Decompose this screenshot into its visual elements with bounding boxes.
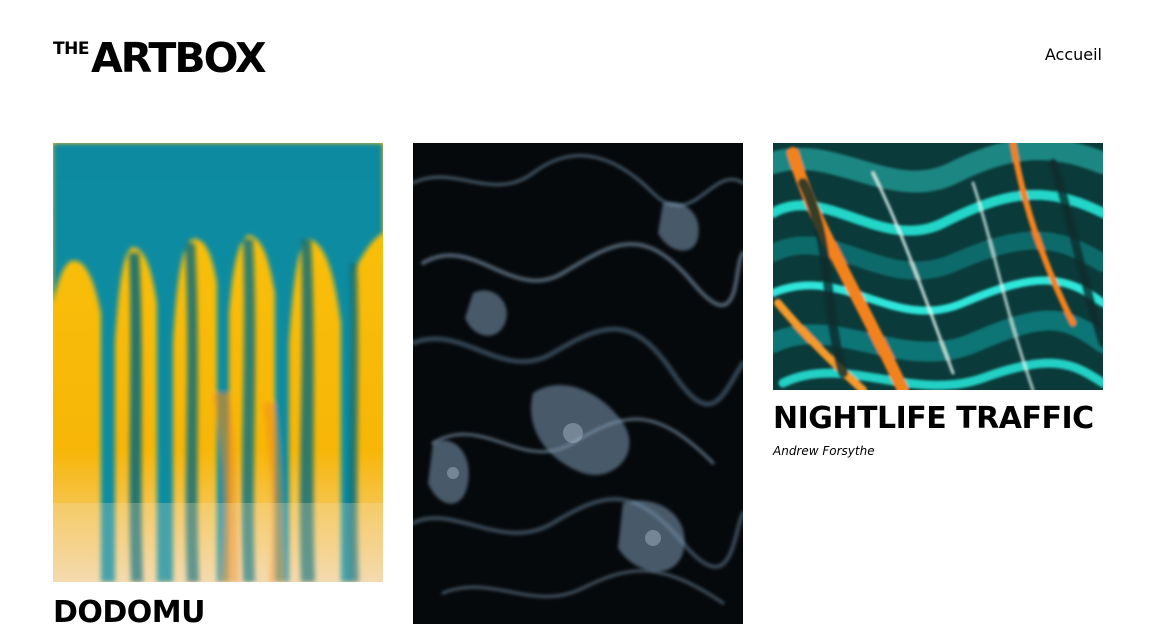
nav-link-accueil[interactable]: Accueil <box>1045 45 1102 64</box>
logo-prefix: THE <box>53 39 89 59</box>
site-logo[interactable]: THE ARTBOX <box>53 34 267 82</box>
artwork-card[interactable]: NIGHTLIFE TRAFFIC Andrew Forsythe <box>773 143 1103 458</box>
artwork-card[interactable] <box>413 143 743 624</box>
artwork-image-dodomu[interactable] <box>53 143 383 582</box>
artwork-image-nightlife-traffic[interactable] <box>773 143 1103 390</box>
artwork-title[interactable]: NIGHTLIFE TRAFFIC <box>773 402 1103 436</box>
artwork-artist: Andrew Forsythe <box>773 444 875 458</box>
logo-wordmark: ARTBOX <box>90 34 267 82</box>
artwork-card[interactable]: DODOMU <box>53 143 383 630</box>
artwork-title[interactable]: DODOMU <box>53 596 383 630</box>
artwork-image-marble[interactable] <box>413 143 743 624</box>
